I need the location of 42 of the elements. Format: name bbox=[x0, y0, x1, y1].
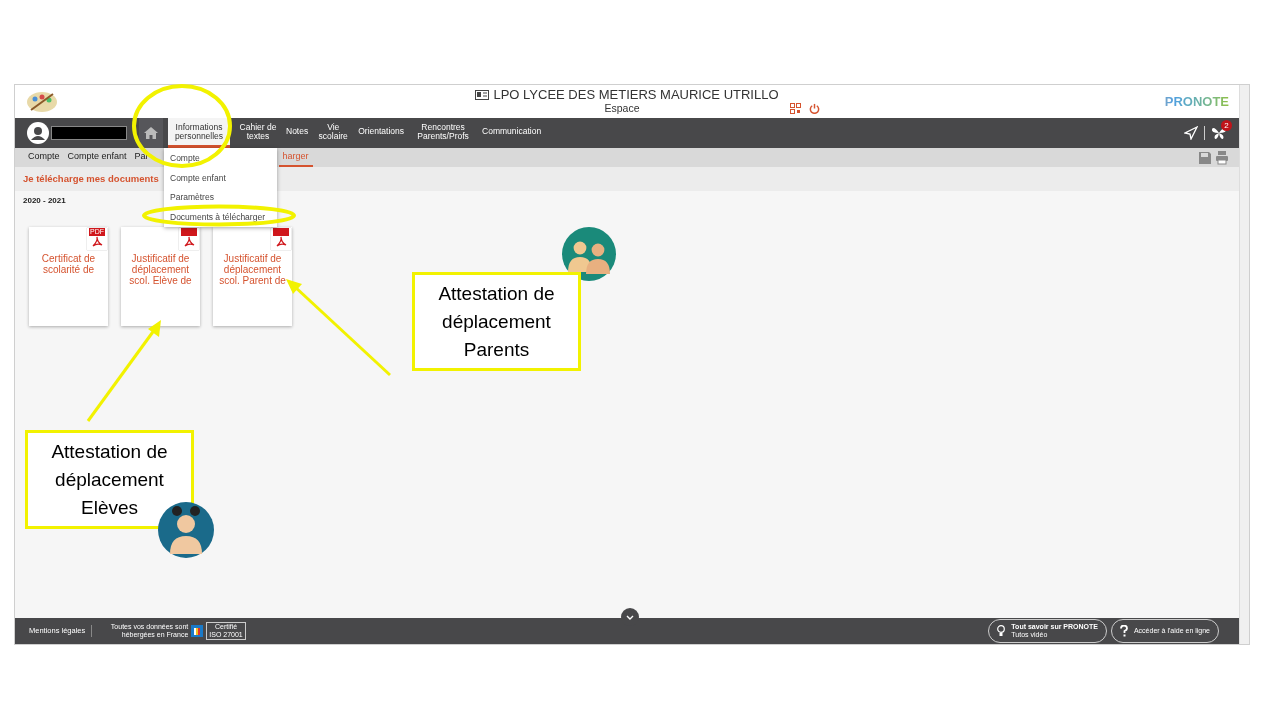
page-title: Je télécharge mes documents bbox=[23, 171, 159, 186]
school-name: LPO LYCEE DES METIERS MAURICE UTRILLO bbox=[493, 88, 779, 102]
nav-tab[interactable]: Informations personnelles bbox=[168, 118, 230, 148]
home-button[interactable] bbox=[139, 118, 163, 148]
nav-tab[interactable]: Rencontres Parents/Profs bbox=[408, 118, 479, 148]
people-avatar-icon bbox=[562, 227, 616, 281]
document-title: Justificatif de déplacement scol. Parent de bbox=[218, 253, 287, 288]
qr-code-icon[interactable] bbox=[789, 103, 801, 114]
callout-box: Attestation de déplacement Parents bbox=[412, 272, 581, 371]
print-icon[interactable] bbox=[1215, 150, 1229, 165]
butterfly-icon[interactable] bbox=[1211, 126, 1227, 140]
document-card[interactable]: Justificatif de déplacement scol. Parent de bbox=[213, 227, 292, 326]
nav-tab[interactable]: Orientations bbox=[354, 118, 409, 148]
menu-item[interactable]: Compte enfant bbox=[164, 171, 277, 184]
chevron-down-icon bbox=[626, 614, 634, 620]
subnav-tab[interactable]: Compte bbox=[24, 148, 64, 167]
school-year: 2020 - 2021 bbox=[23, 195, 66, 207]
nav-tab[interactable]: Cahier de textes bbox=[234, 118, 282, 148]
menu-item[interactable]: Documents à télécharger bbox=[164, 210, 277, 223]
question-mark-icon bbox=[1119, 625, 1128, 637]
send-icon[interactable] bbox=[1184, 126, 1198, 140]
school-logo-icon bbox=[25, 89, 59, 114]
id-card-icon bbox=[475, 90, 490, 100]
notification-badge: 2 bbox=[1221, 120, 1232, 131]
lightbulb-icon bbox=[997, 625, 1006, 637]
document-title: Justificatif de déplacement scol. Elève de bbox=[128, 253, 193, 288]
home-icon bbox=[144, 127, 158, 139]
user-avatar-icon[interactable] bbox=[27, 122, 49, 144]
person-avatar-icon bbox=[158, 502, 214, 558]
menu-item[interactable]: Paramètres bbox=[164, 191, 277, 203]
space-label: Espace bbox=[604, 102, 640, 115]
nav-tab[interactable]: Communication bbox=[478, 118, 546, 148]
menu-item[interactable]: Compte bbox=[164, 152, 277, 164]
power-icon[interactable] bbox=[808, 103, 820, 114]
scrollbar[interactable] bbox=[1239, 85, 1249, 644]
nav-tab[interactable]: Vie scolaire bbox=[312, 118, 355, 148]
nav-tab[interactable]: Notes bbox=[282, 118, 313, 148]
callout-box: Attestation de déplacement Elèves bbox=[25, 430, 194, 529]
france-flag-icon bbox=[191, 625, 204, 637]
subnav-tab[interactable]: Compte enfant bbox=[63, 148, 131, 167]
document-card[interactable]: Justificatif de déplacement scol. Elève de bbox=[121, 227, 200, 326]
document-title: Certificat de scolarité de bbox=[40, 253, 97, 277]
